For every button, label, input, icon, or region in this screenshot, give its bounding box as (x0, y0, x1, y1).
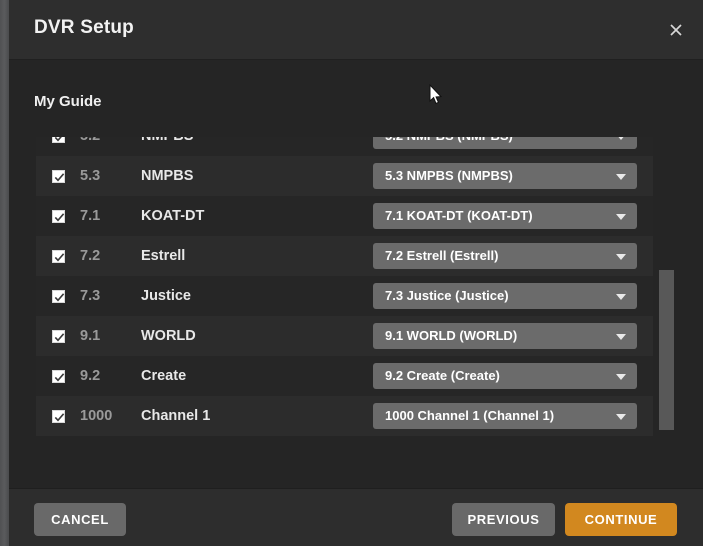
channel-mapping-dropdown[interactable]: 9.1 WORLD (WORLD) (373, 323, 637, 349)
channel-mapping-value: 9.2 Create (Create) (385, 368, 500, 383)
channel-number: 7.2 (80, 248, 101, 264)
channel-row[interactable]: 9.1 WORLD 9.1 WORLD (WORLD) (36, 316, 653, 356)
chevron-down-icon (616, 334, 626, 340)
previous-button[interactable]: PREVIOUS (452, 503, 555, 536)
window-left-edge (0, 0, 9, 546)
channel-list-viewport: 5.2NMPBS5.2 NMPBS (NMPBS)5.3NMPBS5.3 NMP… (36, 137, 653, 457)
dialog-body: My Guide 5.2NMPBS5.2 NMPBS (NMPBS)5.3NMP… (9, 61, 703, 488)
chevron-down-icon (616, 414, 626, 420)
channel-list-container: 5.2NMPBS5.2 NMPBS (NMPBS)5.3NMPBS5.3 NMP… (36, 137, 680, 457)
channel-row[interactable]: 7.2 Estrell 7.2 Estrell (Estrell) (36, 236, 653, 276)
channel-number: 7.3 (80, 288, 101, 304)
channel-list-scrollbar-thumb[interactable] (659, 270, 674, 430)
channel-mapping-dropdown[interactable]: 7.2 Estrell (Estrell) (373, 243, 637, 269)
channel-checkbox[interactable] (52, 330, 65, 343)
section-label: My Guide (34, 93, 102, 110)
cancel-button[interactable]: CANCEL (34, 503, 126, 536)
channel-list: 5.2NMPBS5.2 NMPBS (NMPBS)5.3NMPBS5.3 NMP… (36, 137, 653, 436)
checkmark-icon (54, 213, 65, 222)
channel-mapping-value: 7.3 Justice (Justice) (385, 288, 509, 303)
channel-mapping-dropdown[interactable]: 5.3 NMPBS (NMPBS) (373, 163, 637, 189)
dialog-footer: CANCEL PREVIOUS CONTINUE (9, 488, 703, 546)
chevron-down-icon (616, 254, 626, 260)
channel-name: Justice (141, 288, 191, 304)
channel-checkbox[interactable] (52, 210, 65, 223)
chevron-down-icon (616, 214, 626, 220)
channel-row[interactable]: 5.2NMPBS 5.2 NMPBS (NMPBS) (36, 137, 653, 156)
continue-button[interactable]: CONTINUE (565, 503, 677, 536)
channel-checkbox[interactable] (52, 370, 65, 383)
channel-number: 5.3 (80, 168, 101, 184)
dvr-setup-window: DVR Setup My Guide 5.2NMPBS5.2 NMPBS (NM… (0, 0, 703, 546)
channel-checkbox[interactable] (52, 250, 65, 263)
checkmark-icon (54, 137, 62, 142)
channel-checkbox[interactable] (52, 137, 65, 143)
checkmark-icon (54, 413, 65, 422)
channel-name: KOAT-DT (141, 208, 205, 224)
channel-number: 1000 (80, 408, 113, 424)
channel-checkbox[interactable] (52, 290, 65, 303)
channel-name: NMPBS (141, 137, 193, 144)
dialog-panel: DVR Setup My Guide 5.2NMPBS5.2 NMPBS (NM… (9, 0, 703, 546)
channel-mapping-dropdown[interactable]: 5.2 NMPBS (NMPBS) (373, 137, 637, 149)
channel-name: NMPBS (141, 168, 194, 184)
chevron-down-icon (616, 294, 626, 300)
channel-mapping-value: 1000 Channel 1 (Channel 1) (385, 408, 555, 423)
dialog-title: DVR Setup (34, 17, 134, 38)
channel-name: WORLD (141, 328, 196, 344)
channel-row[interactable]: 5.3 NMPBS 5.3 NMPBS (NMPBS) (36, 156, 653, 196)
channel-number: 5.2 (80, 137, 140, 144)
close-icon (668, 22, 684, 38)
channel-mapping-value: 5.2 NMPBS (NMPBS) (385, 137, 513, 143)
channel-checkbox[interactable] (52, 170, 65, 183)
chevron-down-icon (616, 374, 626, 380)
channel-mapping-value: 7.2 Estrell (Estrell) (385, 248, 499, 263)
channel-number: 9.1 (80, 328, 101, 344)
checkmark-icon (54, 293, 65, 302)
channel-mapping-dropdown[interactable]: 7.1 KOAT-DT (KOAT-DT) (373, 203, 637, 229)
channel-number: 9.2 (80, 368, 101, 384)
channel-checkbox[interactable] (52, 410, 65, 423)
dialog-titlebar: DVR Setup (9, 0, 703, 60)
close-button[interactable] (659, 14, 693, 46)
chevron-down-icon (616, 174, 626, 180)
channel-mapping-dropdown[interactable]: 9.2 Create (Create) (373, 363, 637, 389)
channel-row[interactable]: 9.2 Create 9.2 Create (Create) (36, 356, 653, 396)
channel-mapping-value: 5.3 NMPBS (NMPBS) (385, 168, 513, 183)
checkmark-icon (54, 333, 65, 342)
checkmark-icon (54, 373, 65, 382)
channel-mapping-value: 9.1 WORLD (WORLD) (385, 328, 518, 343)
channel-name: Estrell (141, 248, 186, 264)
channel-name: Channel 1 (141, 408, 211, 424)
channel-mapping-value: 7.1 KOAT-DT (KOAT-DT) (385, 208, 533, 223)
channel-mapping-dropdown[interactable]: 1000 Channel 1 (Channel 1) (373, 403, 637, 429)
channel-row[interactable]: 1000 Channel 1 1000 Channel 1 (Channel 1) (36, 396, 653, 436)
checkmark-icon (54, 173, 65, 182)
channel-row[interactable]: 7.1 KOAT-DT 7.1 KOAT-DT (KOAT-DT) (36, 196, 653, 236)
channel-name: Create (141, 368, 187, 384)
channel-row[interactable]: 7.3 Justice 7.3 Justice (Justice) (36, 276, 653, 316)
channel-mapping-dropdown[interactable]: 7.3 Justice (Justice) (373, 283, 637, 309)
channel-number: 7.1 (80, 208, 101, 224)
chevron-down-icon (616, 137, 626, 140)
checkmark-icon (54, 253, 65, 262)
